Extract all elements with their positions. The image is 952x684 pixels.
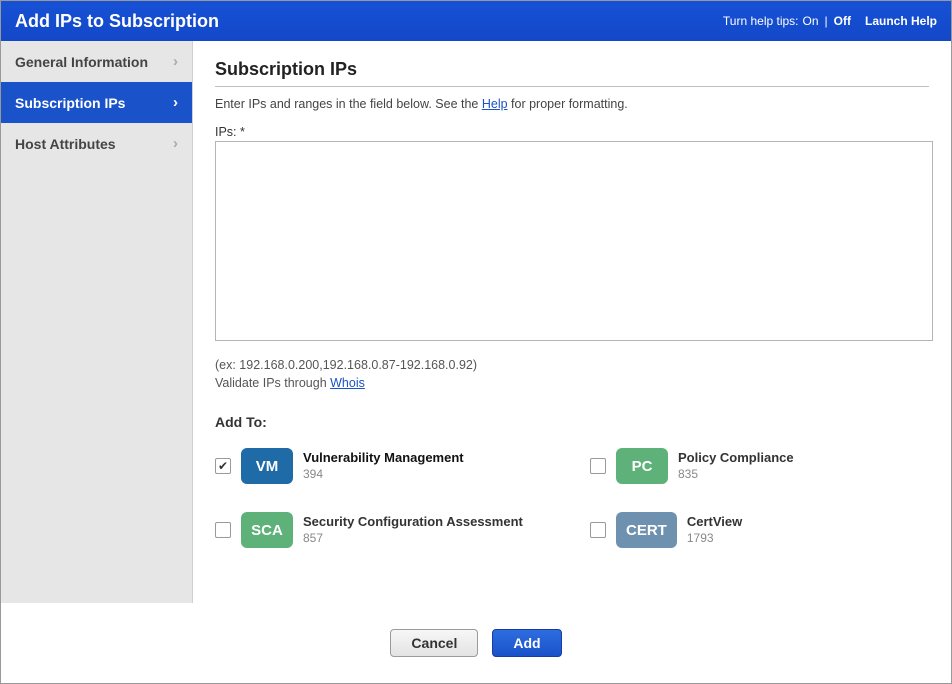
help-tips-off[interactable]: Off [834, 14, 851, 28]
module-pc-badge: PC [616, 448, 668, 484]
module-pc-checkbox[interactable] [590, 458, 606, 474]
module-cert-info: CertView 1793 [687, 514, 742, 546]
whois-link[interactable]: Whois [330, 376, 365, 390]
sidebar-item-label: Host Attributes [15, 136, 116, 152]
module-grid: VM Vulnerability Management 394 PC Polic… [215, 448, 935, 548]
help-link[interactable]: Help [482, 97, 508, 111]
sidebar-item-label: Subscription IPs [15, 95, 125, 111]
ips-hint: (ex: 192.168.0.200,192.168.0.87-192.168.… [215, 356, 929, 392]
module-sca-count: 857 [303, 531, 523, 547]
module-sca: SCA Security Configuration Assessment 85… [215, 512, 550, 548]
module-pc-count: 835 [678, 467, 794, 483]
validate-before: Validate IPs through [215, 376, 330, 390]
help-tips-separator: | [825, 14, 828, 28]
main-panel: Subscription IPs Enter IPs and ranges in… [193, 41, 951, 603]
sidebar-item-general-information[interactable]: General Information › [1, 41, 192, 82]
module-vm-info: Vulnerability Management 394 [303, 450, 464, 482]
dialog-add-ips: Add IPs to Subscription Turn help tips: … [0, 0, 952, 684]
module-vm-badge: VM [241, 448, 293, 484]
module-vm-checkbox[interactable] [215, 458, 231, 474]
module-cert-badge: CERT [616, 512, 677, 548]
ips-example: (ex: 192.168.0.200,192.168.0.87-192.168.… [215, 358, 477, 372]
module-sca-info: Security Configuration Assessment 857 [303, 514, 523, 546]
launch-help-link[interactable]: Launch Help [865, 14, 937, 28]
module-sca-checkbox[interactable] [215, 522, 231, 538]
chevron-right-icon: › [173, 53, 178, 70]
sidebar: General Information › Subscription IPs ›… [1, 41, 193, 603]
module-cert-checkbox[interactable] [590, 522, 606, 538]
section-title: Subscription IPs [215, 59, 929, 87]
dialog-body: General Information › Subscription IPs ›… [1, 41, 951, 603]
sidebar-item-label: General Information [15, 54, 148, 70]
title-bar-right: Turn help tips: On | Off Launch Help [723, 14, 937, 28]
intro-before: Enter IPs and ranges in the field below.… [215, 97, 482, 111]
sidebar-item-subscription-ips[interactable]: Subscription IPs › [1, 82, 192, 123]
module-sca-name: Security Configuration Assessment [303, 514, 523, 531]
help-tips-label: Turn help tips: [723, 14, 799, 28]
add-to-label: Add To: [215, 414, 929, 430]
module-cert-count: 1793 [687, 531, 742, 547]
sidebar-item-host-attributes[interactable]: Host Attributes › [1, 123, 192, 164]
ips-textarea[interactable] [215, 141, 933, 341]
title-bar: Add IPs to Subscription Turn help tips: … [1, 1, 951, 41]
chevron-right-icon: › [173, 135, 178, 152]
intro-text: Enter IPs and ranges in the field below.… [215, 97, 929, 111]
module-cert: CERT CertView 1793 [590, 512, 925, 548]
module-sca-badge: SCA [241, 512, 293, 548]
cancel-button[interactable]: Cancel [390, 629, 478, 657]
module-vm-count: 394 [303, 467, 464, 483]
intro-after: for proper formatting. [508, 97, 628, 111]
module-pc-name: Policy Compliance [678, 450, 794, 467]
module-vm-name: Vulnerability Management [303, 450, 464, 467]
help-tips-on[interactable]: On [803, 14, 819, 28]
footer: Cancel Add [1, 603, 951, 683]
chevron-right-icon: › [173, 94, 178, 111]
module-pc: PC Policy Compliance 835 [590, 448, 925, 484]
ips-label: IPs: * [215, 125, 929, 139]
module-pc-info: Policy Compliance 835 [678, 450, 794, 482]
add-button[interactable]: Add [492, 629, 561, 657]
dialog-title: Add IPs to Subscription [15, 11, 219, 32]
module-cert-name: CertView [687, 514, 742, 531]
module-vm: VM Vulnerability Management 394 [215, 448, 550, 484]
